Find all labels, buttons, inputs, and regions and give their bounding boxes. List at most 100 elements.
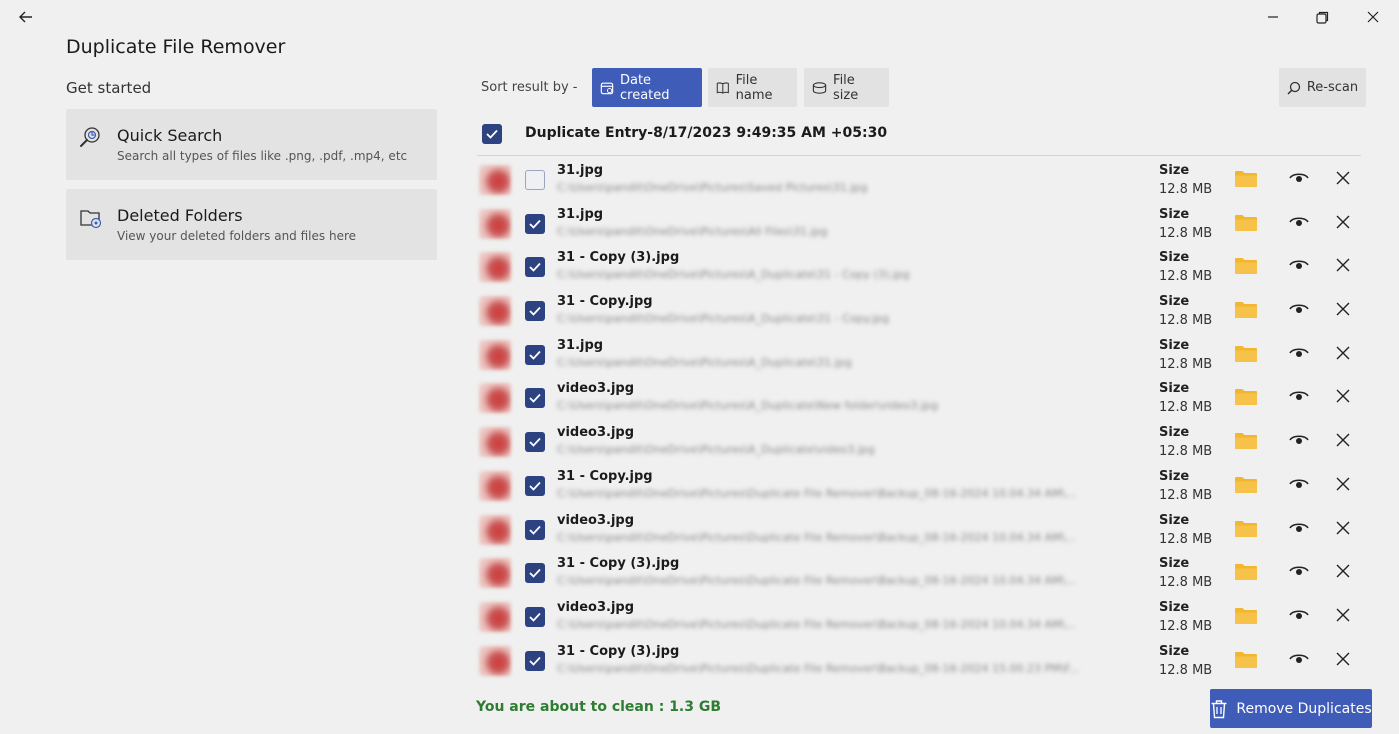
sort-file-name-button[interactable]: File name — [708, 68, 797, 107]
back-button[interactable] — [14, 6, 38, 28]
file-name: 31 - Copy.jpg — [557, 294, 653, 310]
open-folder-button[interactable] — [1234, 345, 1260, 365]
eye-icon — [1289, 435, 1309, 445]
divider — [477, 155, 1361, 156]
row-checkbox[interactable] — [525, 475, 545, 496]
restore-button[interactable] — [1310, 6, 1334, 28]
preview-button[interactable] — [1289, 520, 1313, 540]
close-icon — [1336, 346, 1350, 360]
size-label: Size — [1159, 599, 1190, 615]
sort-file-size-button[interactable]: File size — [804, 68, 889, 107]
check-icon — [529, 263, 541, 273]
size-label: Size — [1159, 337, 1190, 353]
rescan-button[interactable]: Re-scan — [1279, 68, 1366, 107]
open-folder-button[interactable] — [1234, 607, 1260, 627]
sort-date-created-button[interactable]: Date created — [592, 68, 702, 107]
sort-option-label: Date created — [619, 72, 670, 103]
table-row: 31.jpg C:\Users\pandit\OneDrive\Pictures… — [477, 202, 1361, 246]
eye-icon — [1289, 348, 1309, 357]
row-checkbox[interactable] — [525, 301, 545, 322]
open-folder-button[interactable] — [1234, 170, 1260, 190]
preview-button[interactable] — [1289, 301, 1313, 321]
preview-button[interactable] — [1289, 214, 1313, 234]
remove-row-button[interactable] — [1335, 257, 1355, 277]
file-path: C:\Users\pandit\OneDrive\Pictures\All Fi… — [557, 224, 828, 238]
file-name: video3.jpg — [557, 425, 635, 441]
file-thumbnail — [479, 252, 511, 283]
size-label: Size — [1159, 643, 1190, 659]
preview-button[interactable] — [1289, 651, 1313, 671]
row-checkbox[interactable] — [525, 213, 545, 234]
remove-row-button[interactable] — [1335, 301, 1355, 321]
size-value: 12.8 MB — [1159, 400, 1213, 416]
check-icon — [529, 656, 541, 666]
preview-button[interactable] — [1289, 257, 1313, 277]
open-folder-button[interactable] — [1234, 214, 1260, 234]
remove-row-button[interactable] — [1335, 170, 1355, 190]
remove-row-button[interactable] — [1335, 345, 1355, 365]
entry-select-all-checkbox[interactable] — [482, 124, 502, 144]
minimize-button[interactable] — [1261, 6, 1285, 28]
open-folder-button[interactable] — [1234, 301, 1260, 321]
rescan-label: Re-scan — [1306, 80, 1359, 95]
size-label: Size — [1159, 468, 1190, 484]
deleted-folders-card[interactable]: Deleted Folders View your deleted folder… — [66, 189, 437, 260]
open-folder-button[interactable] — [1234, 257, 1260, 277]
remove-row-button[interactable] — [1335, 432, 1355, 452]
remove-row-button[interactable] — [1335, 563, 1355, 583]
row-checkbox[interactable] — [525, 519, 545, 540]
eye-icon — [1289, 522, 1309, 532]
close-icon — [1336, 171, 1350, 185]
remove-row-button[interactable] — [1335, 388, 1355, 408]
folder-icon — [1235, 258, 1257, 275]
remove-row-button[interactable] — [1335, 214, 1355, 234]
remove-duplicates-button[interactable]: Remove Duplicates — [1210, 689, 1372, 728]
size-value: 12.8 MB — [1159, 531, 1213, 547]
size-label: Size — [1159, 381, 1190, 397]
eye-icon — [1289, 566, 1309, 576]
preview-button[interactable] — [1289, 476, 1313, 496]
remove-row-button[interactable] — [1335, 520, 1355, 540]
check-icon — [529, 438, 541, 447]
folder-icon — [1235, 302, 1257, 319]
preview-button[interactable] — [1289, 345, 1313, 365]
eye-icon — [1289, 217, 1309, 226]
row-checkbox[interactable] — [525, 344, 545, 365]
clean-size-label: You are about to clean : 1.3 GB — [476, 699, 722, 715]
remove-row-button[interactable] — [1335, 607, 1355, 627]
row-checkbox[interactable] — [525, 432, 545, 453]
preview-button[interactable] — [1289, 432, 1313, 452]
database-icon — [812, 81, 827, 94]
row-checkbox[interactable] — [525, 650, 545, 671]
folder-icon — [1235, 564, 1257, 581]
open-folder-button[interactable] — [1234, 432, 1260, 452]
row-checkbox[interactable] — [525, 388, 545, 409]
eye-icon — [1289, 173, 1309, 182]
preview-button[interactable] — [1289, 388, 1313, 408]
preview-button[interactable] — [1289, 170, 1313, 190]
close-icon — [1336, 433, 1350, 447]
size-value: 12.8 MB — [1159, 487, 1213, 503]
open-folder-button[interactable] — [1234, 476, 1260, 496]
open-folder-button[interactable] — [1234, 388, 1260, 408]
folder-settings-icon — [80, 210, 102, 229]
file-thumbnail — [479, 383, 511, 414]
row-checkbox[interactable] — [525, 606, 545, 627]
row-checkbox[interactable] — [525, 563, 545, 584]
open-folder-button[interactable] — [1234, 520, 1260, 540]
file-thumbnail — [479, 514, 511, 545]
size-label: Size — [1159, 425, 1190, 441]
table-row: 31 - Copy (3).jpg C:\Users\pandit\OneDri… — [477, 639, 1361, 683]
remove-row-button[interactable] — [1335, 476, 1355, 496]
remove-row-button[interactable] — [1335, 651, 1355, 671]
file-thumbnail — [479, 339, 511, 370]
preview-button[interactable] — [1289, 563, 1313, 583]
preview-button[interactable] — [1289, 607, 1313, 627]
open-folder-button[interactable] — [1234, 651, 1260, 671]
row-checkbox[interactable] — [525, 257, 545, 278]
close-icon — [1336, 652, 1350, 666]
row-checkbox[interactable] — [525, 170, 545, 190]
open-folder-button[interactable] — [1234, 563, 1260, 583]
close-window-button[interactable] — [1361, 6, 1385, 28]
quick-search-card[interactable]: Quick Search Search all types of files l… — [66, 109, 437, 180]
